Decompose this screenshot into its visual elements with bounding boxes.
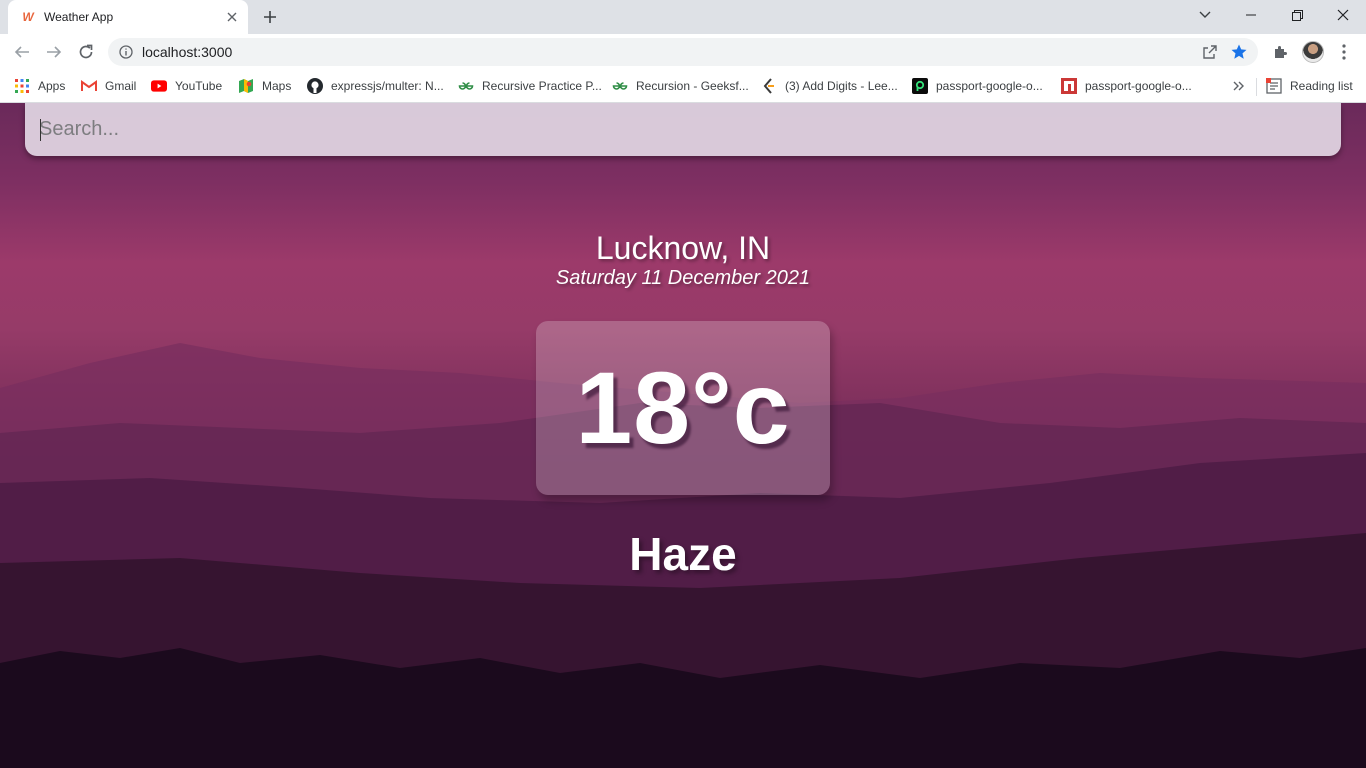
tab-strip: W Weather App — [0, 0, 1366, 34]
profile-avatar[interactable] — [1302, 41, 1324, 63]
bookmark-label: (3) Add Digits - Lee... — [785, 79, 898, 93]
gmail-icon — [81, 78, 97, 94]
passport-icon — [912, 78, 928, 94]
weather-app-favicon: W — [22, 10, 34, 24]
bookmark-label: passport-google-o... — [1085, 79, 1192, 93]
bookmark-label: expressjs/multer: N... — [331, 79, 444, 93]
bookmark-youtube[interactable]: YouTube — [151, 75, 222, 97]
bookmarks-divider — [1256, 78, 1257, 96]
back-arrow-icon[interactable] — [8, 38, 36, 66]
temperature-card: 18°c — [536, 321, 830, 495]
reading-list-button[interactable]: Reading list — [1266, 75, 1353, 97]
extensions-puzzle-icon[interactable] — [1268, 40, 1292, 64]
bookmark-recursion-geeksforgeeks[interactable]: Recursion - Geeksf... — [612, 75, 749, 97]
share-icon[interactable] — [1202, 44, 1218, 60]
search-bar — [25, 103, 1341, 156]
reload-icon[interactable] — [72, 38, 100, 66]
more-menu-icon[interactable] — [1332, 40, 1356, 64]
bookmark-label: Recursive Practice P... — [482, 79, 602, 93]
github-icon — [307, 78, 323, 94]
bookmark-add-digits-leetcode[interactable]: (3) Add Digits - Lee... — [761, 75, 898, 97]
text-caret — [40, 119, 41, 141]
tab-title: Weather App — [44, 10, 114, 24]
new-tab-plus-icon[interactable] — [258, 5, 282, 29]
current-date: Saturday 11 December 2021 — [555, 267, 811, 289]
more-bookmarks-chevron-icon[interactable] — [1233, 75, 1245, 97]
bookmark-passport-google-2[interactable]: passport-google-o... — [1061, 75, 1192, 97]
npm-icon — [1061, 78, 1077, 94]
reading-list-icon — [1266, 78, 1282, 94]
bookmark-maps[interactable]: Maps — [238, 75, 291, 97]
close-tab-icon[interactable] — [222, 7, 242, 27]
weather-app-page: Lucknow, IN Saturday 11 December 2021 18… — [0, 103, 1366, 768]
site-info-icon[interactable] — [118, 44, 134, 60]
bookmark-label: Apps — [38, 79, 66, 93]
close-window-icon[interactable] — [1320, 0, 1366, 30]
tab-weather-app[interactable]: W Weather App — [8, 0, 248, 34]
tab-search-chevron-icon[interactable] — [1182, 0, 1228, 30]
temperature-value: 18°c — [575, 350, 791, 465]
minimize-window-icon[interactable] — [1228, 0, 1274, 30]
search-input[interactable] — [25, 103, 1341, 156]
bookmark-apps[interactable]: Apps — [14, 75, 65, 97]
address-bar[interactable]: localhost:3000 — [108, 38, 1258, 66]
restore-window-icon[interactable] — [1274, 0, 1320, 30]
maps-icon — [238, 78, 254, 94]
browser-toolbar: localhost:3000 — [0, 34, 1366, 70]
location-name: Lucknow, IN — [595, 230, 771, 266]
geeksforgeeks-icon — [458, 78, 474, 94]
bookmark-label: Gmail — [105, 79, 137, 93]
weather-condition: Haze — [629, 528, 737, 580]
bookmark-gmail[interactable]: Gmail — [81, 75, 136, 97]
bookmark-expressjs-multer[interactable]: expressjs/multer: N... — [307, 75, 444, 97]
bookmark-label: YouTube — [175, 79, 223, 93]
apps-grid-icon — [14, 78, 30, 94]
bookmark-label: Recursion - Geeksf... — [636, 79, 749, 93]
bookmark-label: passport-google-o... — [936, 79, 1043, 93]
bookmark-recursive-practice[interactable]: Recursive Practice P... — [458, 75, 602, 97]
forward-arrow-icon[interactable] — [40, 38, 68, 66]
leetcode-icon — [761, 78, 777, 94]
bookmark-passport-google-1[interactable]: passport-google-o... — [912, 75, 1043, 97]
youtube-icon — [151, 78, 167, 94]
bookmarks-bar: Apps Gmail YouTube Maps expressjs/multer… — [0, 70, 1366, 103]
bookmark-star-icon[interactable] — [1230, 43, 1248, 61]
geeksforgeeks-icon — [612, 78, 628, 94]
bookmark-label: Maps — [262, 79, 292, 93]
reading-list-label: Reading list — [1290, 79, 1353, 93]
address-url: localhost:3000 — [142, 44, 233, 60]
